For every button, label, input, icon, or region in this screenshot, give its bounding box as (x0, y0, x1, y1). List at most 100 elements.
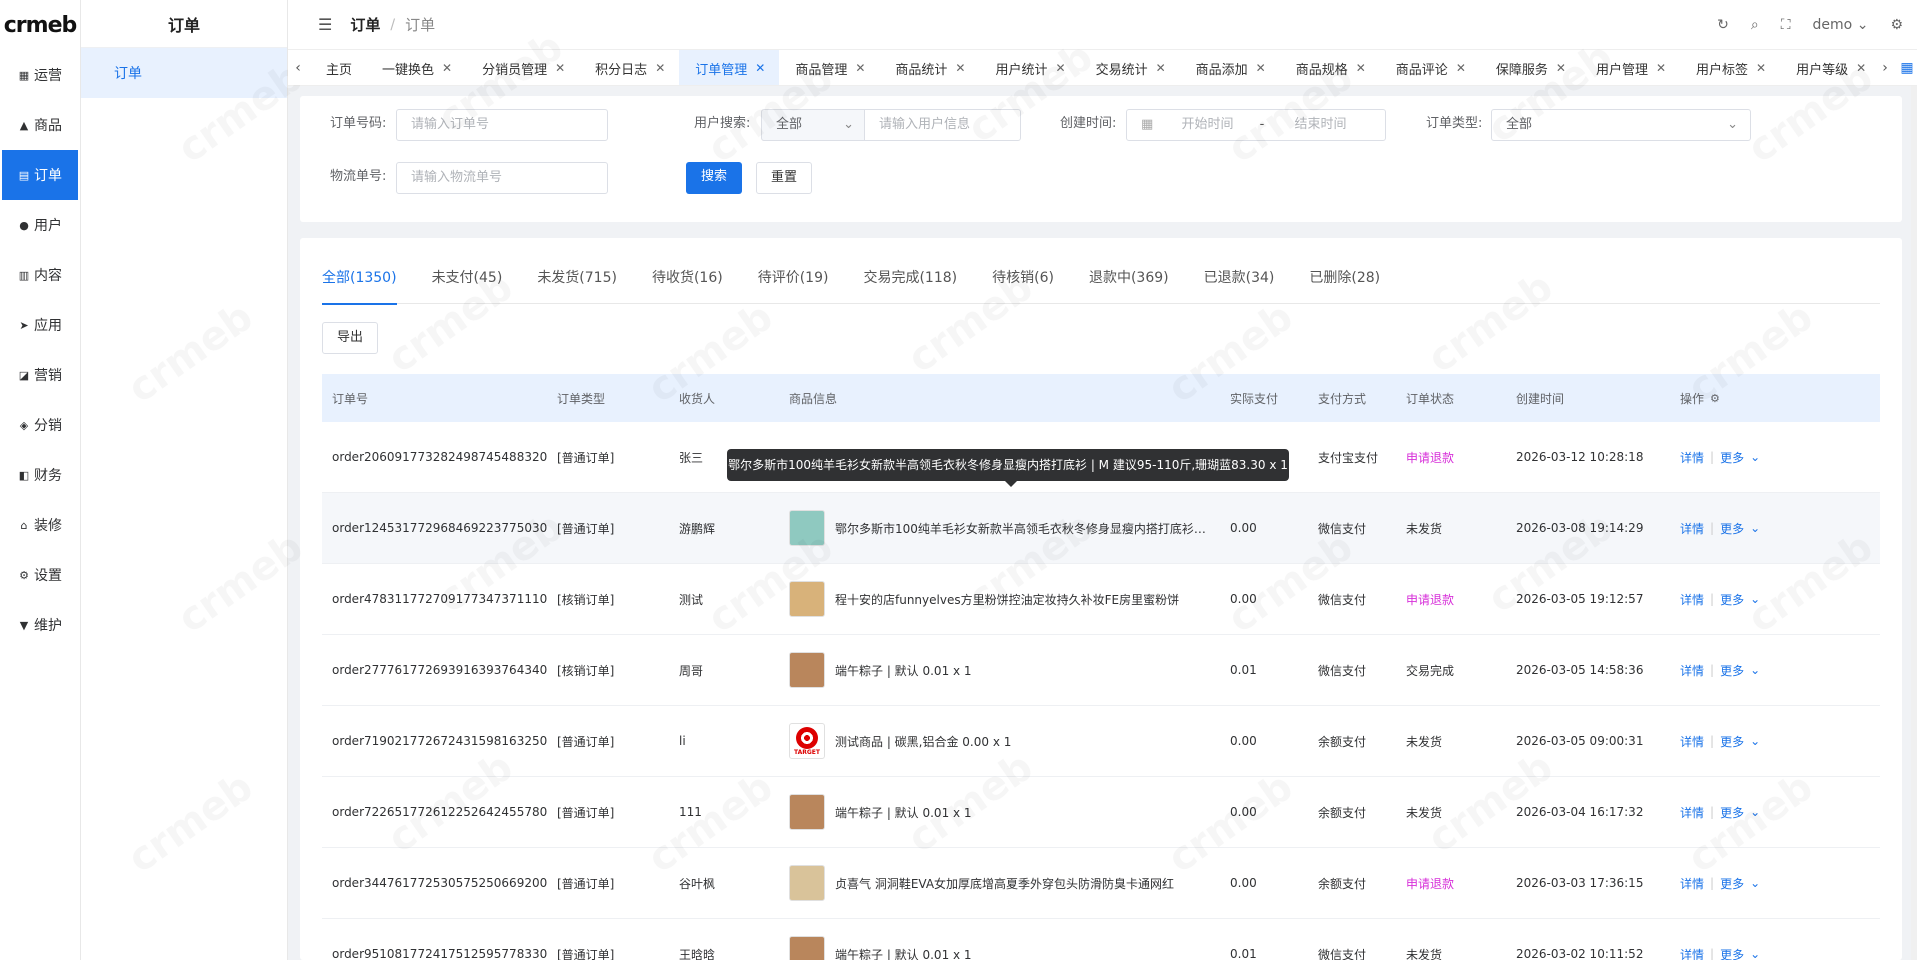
more-link[interactable]: 更多 (1720, 946, 1744, 960)
tab-item[interactable]: 分销员管理 ✕ (466, 50, 579, 85)
refresh-icon[interactable]: ↻ (1717, 17, 1729, 33)
export-button[interactable]: 导出 (322, 322, 378, 354)
table-row[interactable]: order722651772612252642455780 [普通订单] 111 端午… (322, 777, 1880, 848)
product-info[interactable]: 端午粽子 | 默认 0.01 x 1 (789, 794, 1230, 830)
tab-item[interactable]: 一键换色 ✕ (366, 50, 466, 85)
detail-link[interactable]: 详情 (1680, 662, 1704, 679)
logistics-input[interactable]: 请输入物流单号 (396, 162, 608, 194)
chevron-down-icon[interactable]: ⌄ (1750, 734, 1760, 748)
side-nav-settings[interactable]: ⚙ 设置 (0, 550, 80, 600)
table-row[interactable]: order344761772530575250669200 [普通订单] 谷叶枫 贞喜… (322, 848, 1880, 919)
tabs-scroll-right-icon[interactable]: › (1875, 50, 1895, 85)
more-link[interactable]: 更多 (1720, 733, 1744, 750)
close-icon[interactable]: ✕ (1856, 61, 1866, 75)
more-link[interactable]: 更多 (1720, 804, 1744, 821)
side-nav-order[interactable]: ▤ 订单 (2, 150, 78, 200)
chevron-down-icon[interactable]: ⌄ (1750, 947, 1760, 960)
tab-item[interactable]: 商品规格 ✕ (1280, 50, 1380, 85)
status-tab[interactable]: 待核销(6) (992, 258, 1054, 304)
side-nav-app[interactable]: ➤ 应用 (0, 300, 80, 350)
chevron-down-icon[interactable]: ⌄ (1750, 450, 1760, 464)
detail-link[interactable]: 详情 (1680, 520, 1704, 537)
close-icon[interactable]: ✕ (855, 61, 865, 75)
side-nav-finance[interactable]: ◧ 财务 (0, 450, 80, 500)
more-link[interactable]: 更多 (1720, 875, 1744, 892)
order-no-input[interactable]: 请输入订单号 (396, 109, 608, 141)
close-icon[interactable]: ✕ (755, 61, 765, 75)
status-tab[interactable]: 全部(1350) (322, 258, 397, 305)
sub-menu-item-order[interactable]: 订单 (81, 48, 287, 98)
tabs-scroll-left-icon[interactable]: ‹ (288, 50, 308, 85)
more-link[interactable]: 更多 (1720, 520, 1744, 537)
product-info[interactable]: 鄂尔多斯市100纯羊毛衫女新款半高领毛衣秋冬修身显瘦内搭打底衫 | M 建议95… (789, 510, 1230, 546)
tab-item[interactable]: 主页 (310, 50, 366, 85)
side-nav-maintain[interactable]: ▼ 维护 (0, 600, 80, 650)
tab-item[interactable]: 商品添加 ✕ (1180, 50, 1280, 85)
close-icon[interactable]: ✕ (1456, 61, 1466, 75)
status-tab[interactable]: 未支付(45) (432, 258, 503, 304)
table-row[interactable]: order277761772693916393764340 [核销订单] 周哥 端午粽… (322, 635, 1880, 706)
table-row[interactable]: order719021772672431598163250 [普通订单] li TAR… (322, 706, 1880, 777)
close-icon[interactable]: ✕ (442, 61, 452, 75)
menu-toggle-icon[interactable]: ☰ (318, 15, 332, 34)
close-icon[interactable]: ✕ (555, 61, 565, 75)
breadcrumb-1[interactable]: 订单 (350, 14, 380, 35)
date-range-picker[interactable]: ▦ 开始时间 - 结束时间 (1126, 109, 1386, 141)
user-menu[interactable]: demo ⌄ (1813, 17, 1869, 33)
tab-item[interactable]: 商品管理 ✕ (779, 50, 879, 85)
close-icon[interactable]: ✕ (1356, 61, 1366, 75)
close-icon[interactable]: ✕ (1256, 61, 1266, 75)
detail-link[interactable]: 详情 (1680, 804, 1704, 821)
user-search-select[interactable]: 全部 ⌄ (761, 109, 865, 141)
search-button[interactable]: 搜索 (686, 162, 742, 194)
status-tab[interactable]: 已删除(28) (1309, 258, 1380, 304)
tab-item[interactable]: 用户统计 ✕ (979, 50, 1079, 85)
chevron-down-icon[interactable]: ⌄ (1750, 592, 1760, 606)
tabs-menu-icon[interactable]: ▦ (1897, 50, 1917, 85)
side-nav-marketing[interactable]: ◪ 营销 (0, 350, 80, 400)
table-row[interactable]: order478311772709177347371110 [核销订单] 测试 程十安… (322, 564, 1880, 635)
side-nav-content[interactable]: ▥ 内容 (0, 250, 80, 300)
column-settings-icon[interactable]: ⚙ (1710, 392, 1720, 405)
user-search-input[interactable]: 请输入用户信息 (864, 109, 1021, 141)
product-info[interactable]: TARGET 测试商品 | 碳黑,铝合金 0.00 x 1 (789, 723, 1230, 759)
tab-item[interactable]: 订单管理 ✕ (679, 50, 780, 85)
chevron-down-icon[interactable]: ⌄ (1750, 805, 1760, 819)
close-icon[interactable]: ✕ (1756, 61, 1766, 75)
product-info[interactable]: 程十安的店funnyelves方里粉饼控油定妆持久补妆FE房里蜜粉饼 (789, 581, 1230, 617)
close-icon[interactable]: ✕ (655, 61, 665, 75)
tab-item[interactable]: 积分日志 ✕ (579, 50, 679, 85)
tab-item[interactable]: 商品统计 ✕ (879, 50, 979, 85)
close-icon[interactable]: ✕ (1656, 61, 1666, 75)
chevron-down-icon[interactable]: ⌄ (1750, 663, 1760, 677)
chevron-down-icon[interactable]: ⌄ (1750, 876, 1760, 890)
tab-item[interactable]: 用户管理 ✕ (1580, 50, 1680, 85)
close-icon[interactable]: ✕ (1056, 61, 1066, 75)
tab-item[interactable]: 交易统计 ✕ (1080, 50, 1180, 85)
side-nav-dashboard[interactable]: ▦ 运营 (0, 50, 80, 100)
detail-link[interactable]: 详情 (1680, 733, 1704, 750)
page-scrollbar[interactable] (1911, 86, 1917, 960)
more-link[interactable]: 更多 (1720, 449, 1744, 466)
side-nav-distribution[interactable]: ◈ 分销 (0, 400, 80, 450)
close-icon[interactable]: ✕ (1556, 61, 1566, 75)
table-row[interactable]: order124531772968469223775030 [普通订单] 游鹏辉 鄂尔… (322, 493, 1880, 564)
tab-item[interactable]: 用户标签 ✕ (1680, 50, 1780, 85)
table-row[interactable]: order951081772417512595778330 [普通订单] 王晗晗 端午… (322, 919, 1880, 960)
status-tab[interactable]: 交易完成(118) (863, 258, 957, 304)
order-type-select[interactable]: 全部 ⌄ (1491, 109, 1751, 141)
settings-icon[interactable]: ⚙ (1890, 17, 1903, 33)
status-tab[interactable]: 退款中(369) (1089, 258, 1169, 304)
side-nav-bag[interactable]: ▲ 商品 (0, 100, 80, 150)
search-icon[interactable]: ⌕ (1751, 17, 1759, 33)
detail-link[interactable]: 详情 (1680, 875, 1704, 892)
reset-button[interactable]: 重置 (756, 162, 812, 194)
status-tab[interactable]: 已退款(34) (1204, 258, 1275, 304)
close-icon[interactable]: ✕ (1156, 61, 1166, 75)
close-icon[interactable]: ✕ (955, 61, 965, 75)
tab-item[interactable]: 用户等级 ✕ (1780, 50, 1880, 85)
product-info[interactable]: 端午粽子 | 默认 0.01 x 1 (789, 652, 1230, 688)
product-info[interactable]: 贞喜气 洞洞鞋EVA女加厚底增高夏季外穿包头防滑防臭卡通网红 (789, 865, 1230, 901)
chevron-down-icon[interactable]: ⌄ (1750, 521, 1760, 535)
tab-item[interactable]: 商品评论 ✕ (1380, 50, 1480, 85)
